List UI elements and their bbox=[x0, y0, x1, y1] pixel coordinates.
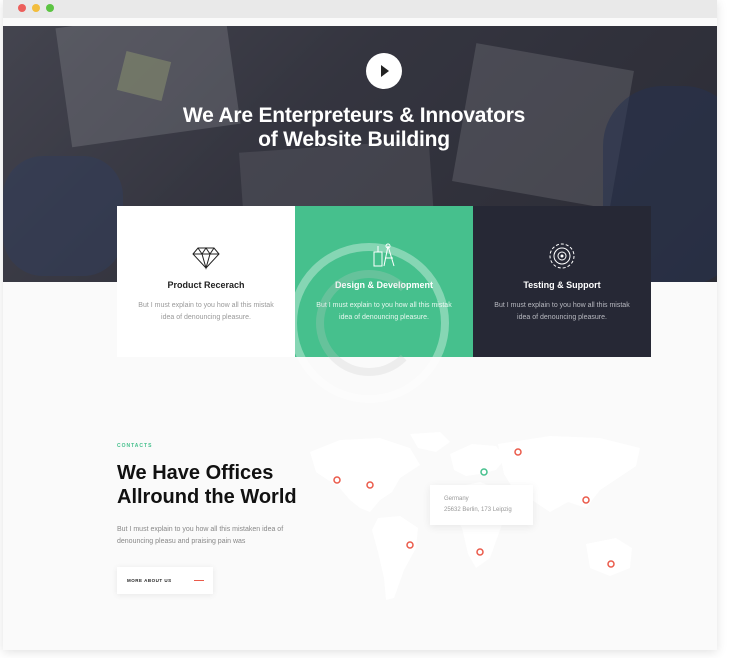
design-tools-icon bbox=[373, 243, 395, 267]
play-icon bbox=[381, 65, 389, 77]
contacts-heading: We Have Offices Allround the World bbox=[117, 461, 297, 509]
minimize-window-button[interactable] bbox=[32, 4, 40, 12]
more-about-us-label: MORE ABOUT US bbox=[127, 578, 172, 583]
contacts-text-line: denouncing pleasu and praising pain was bbox=[117, 538, 246, 545]
close-window-button[interactable] bbox=[18, 4, 26, 12]
map-south-america bbox=[372, 516, 418, 600]
map-marker bbox=[480, 468, 488, 476]
contacts-heading-line1: We Have Offices bbox=[117, 462, 274, 484]
contacts-label: CONTACTS bbox=[117, 443, 153, 449]
service-title: Product Recerach bbox=[167, 280, 245, 290]
contacts-description: But I must explain to you how all this m… bbox=[117, 524, 317, 548]
map-north-america bbox=[310, 438, 420, 512]
window-titlebar bbox=[3, 0, 717, 18]
map-marker bbox=[333, 476, 341, 484]
service-text-line: idea of denouncing pleasure. bbox=[339, 314, 429, 321]
service-card-product-research[interactable]: Product Recerach But I must explain to y… bbox=[117, 206, 295, 357]
maximize-window-button[interactable] bbox=[46, 4, 54, 12]
service-text: But I must explain to you how all this m… bbox=[309, 300, 459, 324]
service-text-line: But I must explain to you how all this m… bbox=[494, 302, 630, 309]
map-marker bbox=[582, 496, 590, 504]
map-marker bbox=[406, 541, 414, 549]
arrow-line-icon bbox=[194, 580, 204, 581]
office-country: Germany bbox=[444, 496, 469, 502]
map-marker bbox=[476, 548, 484, 556]
map-greenland bbox=[410, 432, 450, 452]
play-video-button[interactable] bbox=[366, 53, 402, 89]
contacts-heading-line2: Allround the World bbox=[117, 486, 297, 508]
map-marker bbox=[514, 448, 522, 456]
service-text: But I must explain to you how all this m… bbox=[487, 300, 637, 324]
service-text-line: idea of denouncing pleasure. bbox=[161, 314, 251, 321]
service-title: Testing & Support bbox=[523, 280, 601, 290]
office-tooltip: Germany 25632 Berlin, 173 Leipzig bbox=[430, 485, 533, 525]
service-title: Design & Development bbox=[334, 280, 434, 290]
hero-title: We Are Enterpreteurs & Innovators of Web… bbox=[0, 104, 729, 152]
service-text-line: But I must explain to you how all this m… bbox=[138, 302, 274, 309]
map-australia bbox=[586, 538, 632, 576]
service-card-design-development[interactable]: Design & Development But I must explain … bbox=[295, 206, 473, 357]
support-rings-icon bbox=[549, 243, 575, 269]
diamond-icon bbox=[192, 247, 220, 270]
contacts-text-line: But I must explain to you how all this m… bbox=[117, 526, 284, 533]
office-address: 25632 Berlin, 173 Leipzig bbox=[444, 507, 512, 513]
more-about-us-button[interactable]: MORE ABOUT US bbox=[117, 567, 213, 594]
hero-title-line1: We Are Enterpreteurs & Innovators bbox=[182, 104, 526, 127]
map-marker bbox=[607, 560, 615, 568]
services-cards: Product Recerach But I must explain to y… bbox=[117, 206, 651, 357]
service-card-testing-support[interactable]: Testing & Support But I must explain to … bbox=[473, 206, 651, 357]
map-europe bbox=[450, 444, 506, 476]
service-text-line: But I must explain to you how all this m… bbox=[316, 302, 452, 309]
hero-title-line2: of Website Building bbox=[258, 128, 450, 151]
service-text-line: idea of denouncing pleasure. bbox=[517, 314, 607, 321]
service-text: But I must explain to you how all this m… bbox=[131, 300, 281, 324]
map-marker bbox=[366, 481, 374, 489]
